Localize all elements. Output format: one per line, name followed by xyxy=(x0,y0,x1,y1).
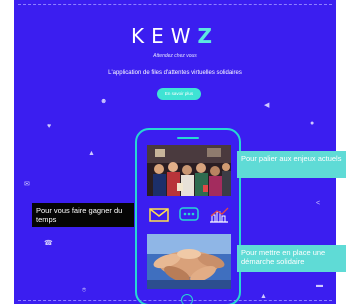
mail-app-icon xyxy=(149,207,169,223)
logo-text: KEW xyxy=(130,24,198,48)
phone-speaker xyxy=(177,137,199,139)
phone-icon: ☎ xyxy=(44,240,53,247)
phone-home-button xyxy=(181,294,193,304)
phone-illustration xyxy=(135,128,241,304)
chat-icon: ▬ xyxy=(316,282,323,289)
page: KEWZ Attendez chez vous L'application de… xyxy=(0,0,346,304)
callout-solidarity: Pour mettre en place une démarche solida… xyxy=(237,245,346,272)
top-dashed-line xyxy=(18,4,332,5)
stats-app-icon xyxy=(209,207,229,223)
kewz-logo[interactable]: KEWZ xyxy=(14,24,336,48)
learn-more-button[interactable]: En savoir plus xyxy=(157,88,201,100)
user-icon: ● xyxy=(310,120,315,127)
bell-icon: ▲ xyxy=(88,150,95,157)
crowd-photo xyxy=(147,145,231,196)
callout-current-challenges: Pour palier aux enjeux actuels xyxy=(237,151,346,178)
heart-icon: ♥ xyxy=(47,123,52,130)
chat-app-icon xyxy=(179,207,199,223)
tagline: Attendez chez vous xyxy=(153,53,197,59)
logo-accent-letter: Z xyxy=(197,24,220,48)
mail-icon: ✉ xyxy=(24,181,30,188)
location-icon: ⌾ xyxy=(82,287,87,294)
bell-icon: ▲ xyxy=(260,293,267,300)
hands-together-photo xyxy=(147,234,231,289)
megaphone-icon: ◀ xyxy=(264,102,270,109)
app-subtitle: L'application de files d'attentes virtue… xyxy=(108,70,242,76)
callout-save-time: Pour vous faire gagner du temps xyxy=(32,203,134,227)
share-icon: < xyxy=(316,200,321,207)
app-icons-row xyxy=(147,203,231,229)
smile-icon: ☻ xyxy=(100,98,108,105)
